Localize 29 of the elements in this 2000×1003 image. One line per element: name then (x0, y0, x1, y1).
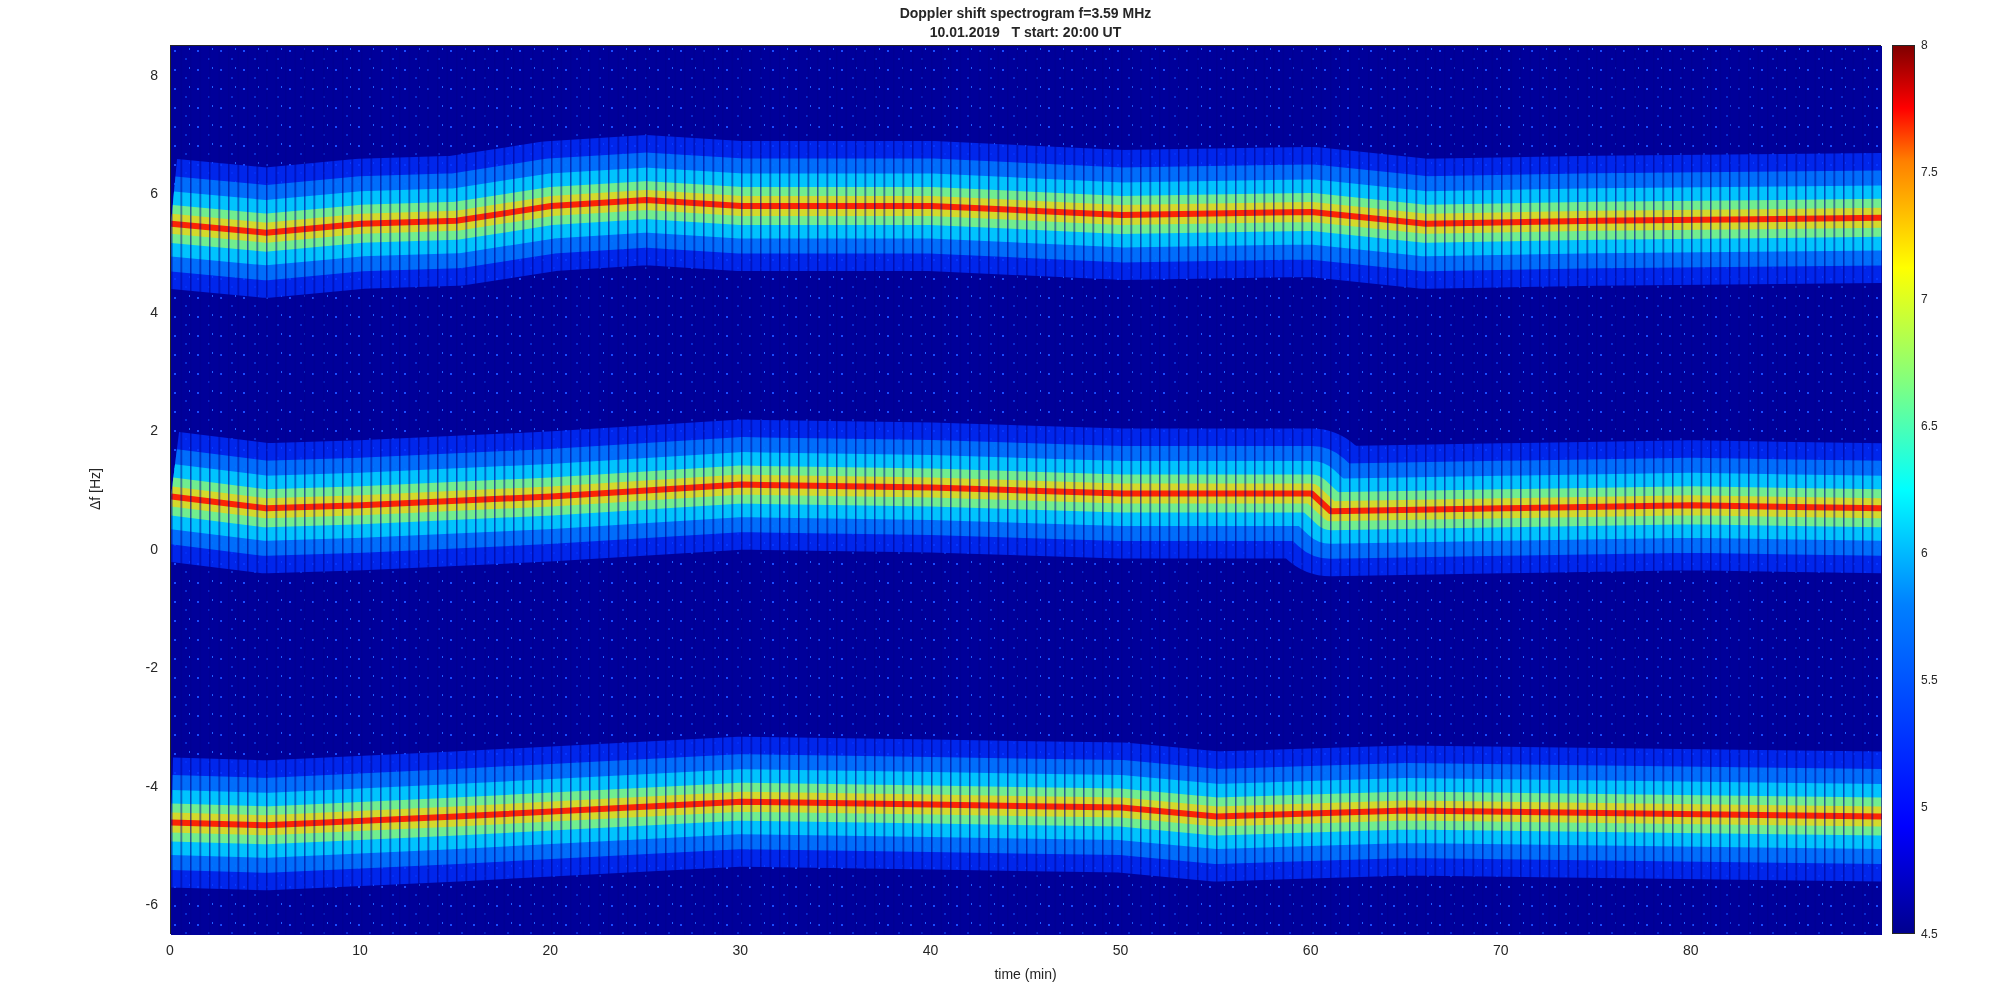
x-tick-label: 30 (732, 941, 749, 960)
x-tick-label: 0 (166, 941, 174, 960)
chart-title: Doppler shift spectrogram f=3.59 MHz (899, 4, 1152, 23)
x-tick-label: 50 (1112, 941, 1129, 960)
x-tick-label: 70 (1493, 941, 1509, 960)
x-tick-label: 10 (352, 941, 368, 960)
y-tick-label: 4 (150, 302, 158, 322)
chart-title: 10.01.2019 T start: 20:00 UT (929, 23, 1122, 42)
y-tick-label: -4 (145, 776, 158, 796)
colorbar-tick-label: 7.5 (1921, 164, 1938, 181)
colorbar-tick-label: 8 (1921, 37, 1928, 54)
x-axis-label: time (min) (994, 965, 1057, 984)
x-tick-label: 20 (542, 941, 558, 960)
colorbar-tick-label: 5 (1921, 799, 1928, 816)
x-tick-label: 40 (922, 941, 939, 960)
y-tick-label: -6 (145, 894, 158, 914)
y-tick-label: 0 (150, 539, 158, 559)
colorbar-tick-label: 7 (1921, 291, 1928, 308)
y-axis-label: Δf [Hz] (85, 468, 104, 510)
colorbar-tick-label: 5.5 (1921, 672, 1938, 689)
colorbar-tick-label: 6 (1921, 545, 1928, 562)
colorbar-tick-label: 6.5 (1921, 418, 1938, 435)
y-tick-label: 2 (150, 420, 158, 440)
colorbar-tick-label: 4.5 (1921, 926, 1938, 943)
y-tick-label: 8 (150, 65, 158, 85)
y-tick-label: 6 (150, 183, 158, 203)
y-tick-label: -2 (145, 657, 158, 677)
x-tick-label: 80 (1683, 941, 1699, 960)
x-tick-label: 60 (1302, 941, 1319, 960)
